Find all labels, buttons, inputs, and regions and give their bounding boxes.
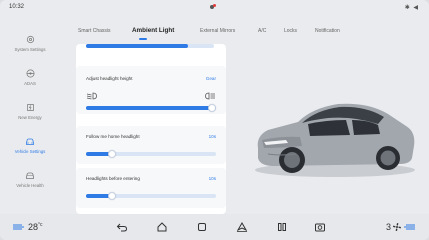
sidebar-item-adas[interactable]: ADAS bbox=[2, 64, 58, 94]
fan-left-icon bbox=[13, 224, 24, 230]
bottom-dock: 28°c 3 bbox=[0, 214, 429, 240]
steering-wheel-icon bbox=[25, 68, 35, 78]
slider-knob[interactable] bbox=[108, 192, 116, 200]
navigation-icon bbox=[236, 221, 248, 232]
follow-me-home-slider[interactable] bbox=[86, 150, 216, 158]
left-temperature: 28°c bbox=[28, 222, 43, 232]
sidebar-item-label: New Energy bbox=[18, 115, 42, 120]
notification-dot-icon bbox=[210, 4, 216, 10]
slider-fill bbox=[86, 44, 189, 48]
back-icon bbox=[116, 223, 128, 232]
follow-me-home-value: 10s bbox=[208, 134, 216, 139]
car-icon bbox=[25, 136, 35, 146]
sidebar-item-label: Vehicle Settings bbox=[14, 149, 46, 154]
headlight-height-value: Gear bbox=[205, 76, 216, 81]
headlight-low-icon bbox=[86, 88, 98, 100]
fan-icon bbox=[393, 223, 402, 231]
recent-apps-button[interactable] bbox=[196, 220, 208, 234]
settings-panel: Adjust headlight height Gear Follow me h… bbox=[76, 44, 226, 214]
headlight-high-icon bbox=[204, 88, 216, 100]
media-button[interactable] bbox=[276, 220, 288, 234]
slider-fill bbox=[86, 106, 216, 110]
status-icons: ✱ ◀ bbox=[404, 5, 419, 11]
gear-icon bbox=[25, 34, 35, 44]
left-climate-control[interactable]: 28°c bbox=[12, 220, 43, 234]
camera-button[interactable] bbox=[314, 220, 326, 234]
follow-me-home-title: Follow me home headlight bbox=[86, 134, 140, 139]
sidebar-item-system-settings[interactable]: System Settings bbox=[2, 30, 58, 60]
before-entering-title: Headlights before entering bbox=[86, 176, 140, 181]
infotainment-screen: 10:32 ✱ ◀ System Settings ADAS New Energ… bbox=[0, 0, 429, 240]
sidebar-item-new-energy[interactable]: New Energy bbox=[2, 98, 58, 128]
before-entering-value: 10s bbox=[208, 176, 216, 181]
tab-notification[interactable]: Notification bbox=[315, 28, 340, 34]
navigation-button[interactable] bbox=[236, 220, 248, 234]
tab-external-mirrors[interactable]: External Mirrors bbox=[200, 28, 235, 34]
follow-me-home-card: Follow me home headlight 10s bbox=[76, 126, 226, 164]
vehicle-illustration bbox=[250, 90, 420, 180]
sidebar: System Settings ADAS New Energy Vehicle … bbox=[2, 22, 58, 202]
slider-knob[interactable] bbox=[108, 150, 116, 158]
sidebar-item-label: System Settings bbox=[14, 47, 46, 52]
home-button[interactable] bbox=[156, 220, 168, 234]
right-temperature: 3 bbox=[386, 222, 392, 232]
back-button[interactable] bbox=[116, 220, 128, 234]
sidebar-item-vehicle-settings[interactable]: Vehicle Settings bbox=[2, 132, 58, 162]
camera-icon bbox=[315, 223, 325, 232]
square-icon bbox=[198, 223, 206, 231]
before-entering-slider[interactable] bbox=[86, 192, 216, 200]
clock: 10:32 bbox=[9, 4, 25, 10]
fan-right-icon bbox=[404, 224, 416, 230]
top-brightness-slider[interactable] bbox=[86, 44, 214, 48]
sidebar-item-label: ADAS bbox=[24, 81, 36, 86]
slider-knob[interactable] bbox=[208, 104, 216, 112]
tab-ac[interactable]: A/C bbox=[258, 28, 266, 34]
active-tab-indicator bbox=[139, 38, 147, 40]
car-health-icon bbox=[25, 170, 35, 180]
tab-smart-chassis[interactable]: Smart Chassis bbox=[78, 28, 111, 34]
status-bar: 10:32 ✱ ◀ bbox=[0, 0, 429, 16]
headlight-height-title: Adjust headlight height bbox=[86, 76, 133, 81]
columns-icon bbox=[278, 223, 286, 231]
sidebar-item-label: Vehicle Health bbox=[16, 183, 44, 188]
headlight-height-card: Adjust headlight height Gear bbox=[76, 66, 226, 114]
sidebar-item-vehicle-health[interactable]: Vehicle Health bbox=[2, 166, 58, 196]
tab-locks[interactable]: Locks bbox=[284, 28, 297, 34]
battery-icon bbox=[25, 102, 35, 112]
headlight-height-slider[interactable] bbox=[86, 104, 216, 112]
home-icon bbox=[157, 222, 167, 232]
right-climate-control[interactable]: 3 bbox=[386, 220, 416, 234]
tab-ambient-light[interactable]: Ambient Light bbox=[132, 27, 174, 34]
before-entering-card: Headlights before entering 10s bbox=[76, 168, 226, 208]
